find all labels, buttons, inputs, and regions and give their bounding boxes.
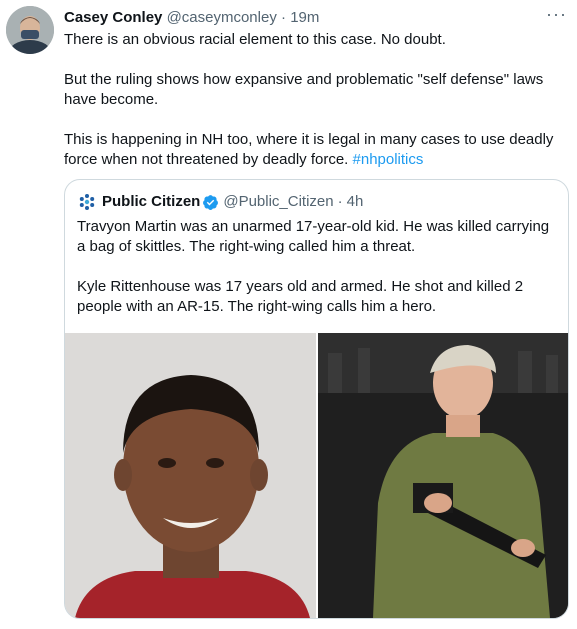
tweet-time[interactable]: 19m [290, 9, 319, 26]
quote-paragraph: Travyon Martin was an unarmed 17-year-ol… [77, 218, 550, 255]
tweet-text: There is an obvious racial element to th… [64, 30, 563, 170]
tweet-paragraph-text: This is happening in NH too, where it is… [64, 131, 554, 168]
separator: · [337, 193, 343, 210]
tweet-paragraph: This is happening in NH too, where it is… [64, 130, 563, 170]
quote-paragraph: Kyle Rittenhouse was 17 years old and ar… [77, 278, 524, 315]
avatar[interactable] [6, 6, 54, 54]
verified-badge-icon [203, 194, 219, 210]
quote-time[interactable]: 4h [347, 192, 364, 212]
hashtag-link[interactable]: #nhpolitics [353, 151, 424, 168]
separator: · [281, 9, 287, 26]
author-handle[interactable]: @caseymconley [167, 9, 277, 26]
tweet-header: Casey Conley @caseymconley · 19m [64, 8, 563, 28]
quote-text: Travyon Martin was an unarmed 17-year-ol… [77, 217, 557, 337]
tweet-paragraph: But the ruling shows how expansive and p… [64, 71, 544, 108]
quote-image-left[interactable] [65, 333, 316, 618]
author-name[interactable]: Casey Conley [64, 9, 162, 26]
quote-image-right[interactable] [317, 333, 568, 618]
tweet[interactable]: ··· Casey Conley @caseymconley · 19m The… [0, 0, 577, 629]
public-citizen-logo[interactable] [77, 192, 97, 212]
quote-author-name[interactable]: Public Citizen [102, 192, 200, 212]
quote-media [65, 333, 568, 618]
tweet-paragraph: There is an obvious racial element to th… [64, 31, 446, 48]
tweet-content: Casey Conley @caseymconley · 19m There i… [64, 8, 563, 170]
quoted-tweet[interactable]: Public Citizen @Public_Citizen · 4h Trav… [64, 179, 569, 619]
quote-header: Public Citizen @Public_Citizen · 4h [77, 192, 363, 212]
quote-author-handle[interactable]: @Public_Citizen [223, 192, 333, 212]
